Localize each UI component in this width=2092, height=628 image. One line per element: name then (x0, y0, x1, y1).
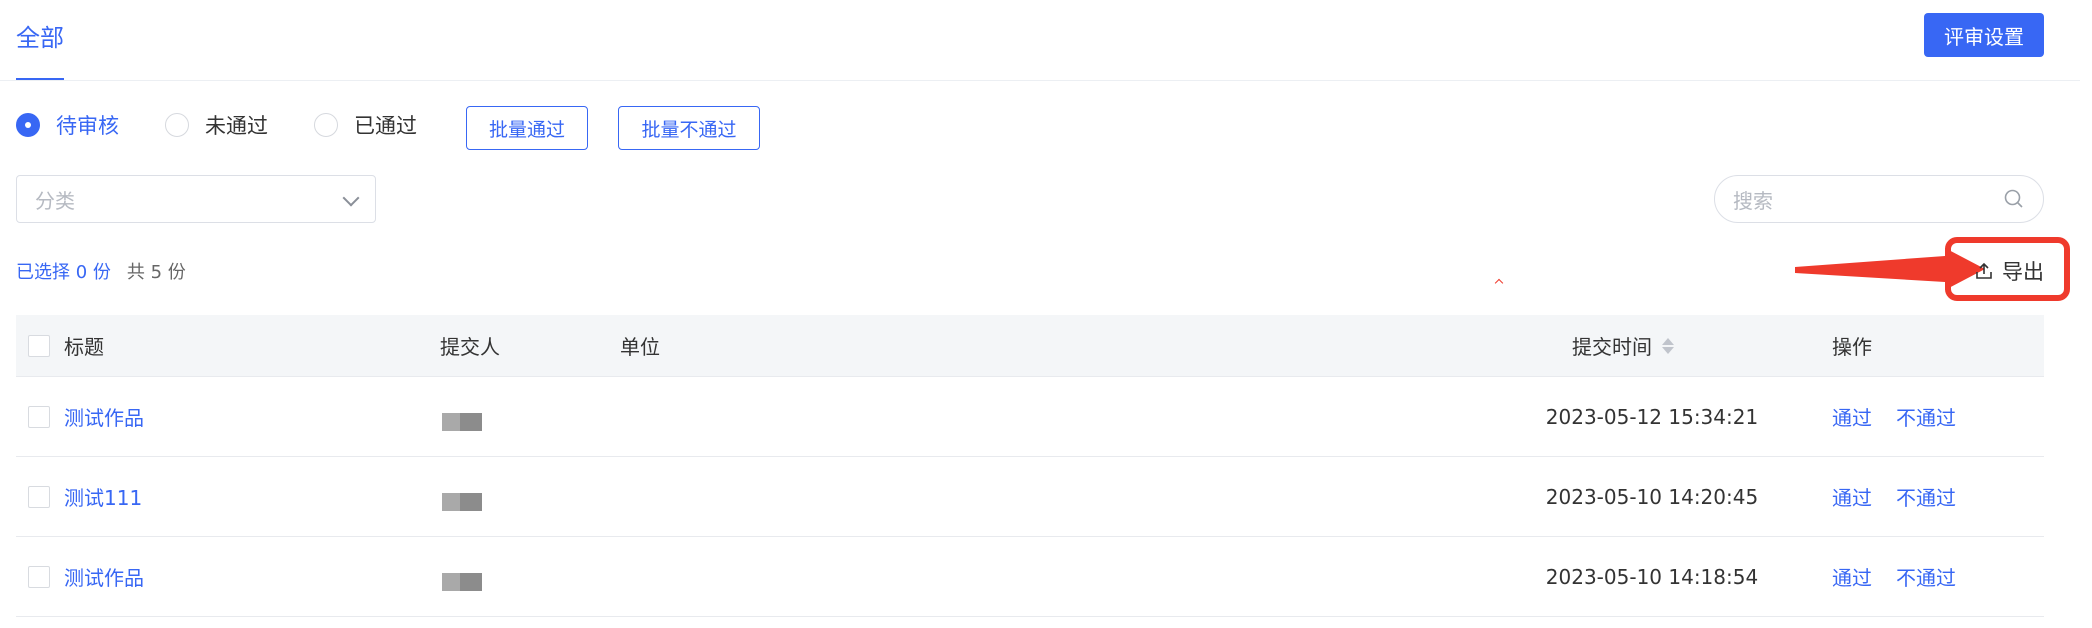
row-submit-time: 2023-05-12 15:34:21 (1545, 404, 1759, 429)
export-button[interactable]: 导出 (1974, 256, 2044, 286)
table-row: 测试111 2023-05-10 14:20:45 通过 不通过 (16, 457, 2044, 537)
search-placeholder: 搜索 (1733, 188, 1773, 213)
sort-icon[interactable] (1662, 337, 1674, 354)
radio-passed-label: 已通过 (354, 114, 417, 138)
row-operations: 通过 不通过 (1832, 482, 1980, 511)
pass-link[interactable]: 通过 (1832, 402, 1872, 431)
radio-checked-icon[interactable] (16, 113, 40, 137)
status-radio-group: 待审核 未通过 已通过 (16, 110, 463, 140)
table-row: 测试作品 2023-05-12 15:34:21 通过 不通过 (16, 377, 2044, 457)
batch-pass-button[interactable]: 批量通过 (466, 106, 588, 150)
header-submit-time[interactable]: 提交时间 (1572, 331, 1674, 360)
header-submit-time-label: 提交时间 (1572, 335, 1652, 359)
fail-link[interactable]: 不通过 (1896, 402, 1956, 431)
search-icon[interactable] (2003, 188, 2025, 210)
header-unit: 单位 (620, 335, 660, 359)
chevron-down-icon (342, 189, 360, 207)
row-checkbox[interactable] (28, 405, 50, 428)
table-row: 测试作品 2023-05-10 14:18:54 通过 不通过 (16, 537, 2044, 617)
header-title: 标题 (64, 335, 104, 359)
total-count: 共 5 份 (126, 262, 186, 283)
row-submit-time: 2023-05-10 14:18:54 (1545, 564, 1759, 589)
fail-link[interactable]: 不通过 (1896, 562, 1956, 591)
select-all-checkbox[interactable] (28, 334, 50, 357)
submitter-redacted (442, 573, 482, 591)
tab-all[interactable]: 全部 (16, 18, 64, 53)
header-operations: 操作 (1832, 335, 1872, 359)
header-submitter: 提交人 (440, 335, 500, 359)
row-operations: 通过 不通过 (1832, 562, 1980, 591)
header-divider (0, 80, 2080, 81)
radio-pending-label: 待审核 (56, 114, 119, 138)
selected-count: 已选择 0 份 (16, 262, 111, 283)
row-checkbox[interactable] (28, 485, 50, 508)
row-title-link[interactable]: 测试作品 (64, 562, 144, 591)
row-title-link[interactable]: 测试作品 (64, 402, 144, 431)
table-header: 标题 提交人 单位 提交时间 操作 (16, 315, 2044, 377)
row-checkbox[interactable] (28, 565, 50, 588)
radio-unchecked-icon[interactable] (165, 113, 189, 137)
submitter-redacted (442, 413, 482, 431)
selection-info: 已选择 0 份 共 5 份 (16, 258, 186, 284)
export-icon (1976, 262, 1992, 279)
row-title-link[interactable]: 测试111 (64, 482, 142, 511)
submitter-redacted (442, 493, 482, 511)
submissions-table: 标题 提交人 单位 提交时间 操作 测试作品 2023-05-12 15:34:… (16, 315, 2044, 617)
row-submit-time: 2023-05-10 14:20:45 (1545, 484, 1759, 509)
category-placeholder: 分类 (35, 188, 75, 213)
radio-pending[interactable]: 待审核 (16, 110, 119, 140)
pass-link[interactable]: 通过 (1832, 562, 1872, 591)
row-operations: 通过 不通过 (1832, 402, 1980, 431)
export-label: 导出 (2002, 260, 2044, 284)
search-input[interactable]: 搜索 (1714, 175, 2044, 223)
review-settings-button[interactable]: 评审设置 (1924, 13, 2044, 57)
radio-failed-label: 未通过 (205, 114, 268, 138)
pass-link[interactable]: 通过 (1832, 482, 1872, 511)
radio-passed[interactable]: 已通过 (314, 110, 417, 140)
annotation-mark (1494, 278, 1504, 288)
radio-failed[interactable]: 未通过 (165, 110, 268, 140)
fail-link[interactable]: 不通过 (1896, 482, 1956, 511)
radio-unchecked-icon[interactable] (314, 113, 338, 137)
category-select[interactable]: 分类 (16, 175, 376, 223)
batch-fail-button[interactable]: 批量不通过 (618, 106, 760, 150)
